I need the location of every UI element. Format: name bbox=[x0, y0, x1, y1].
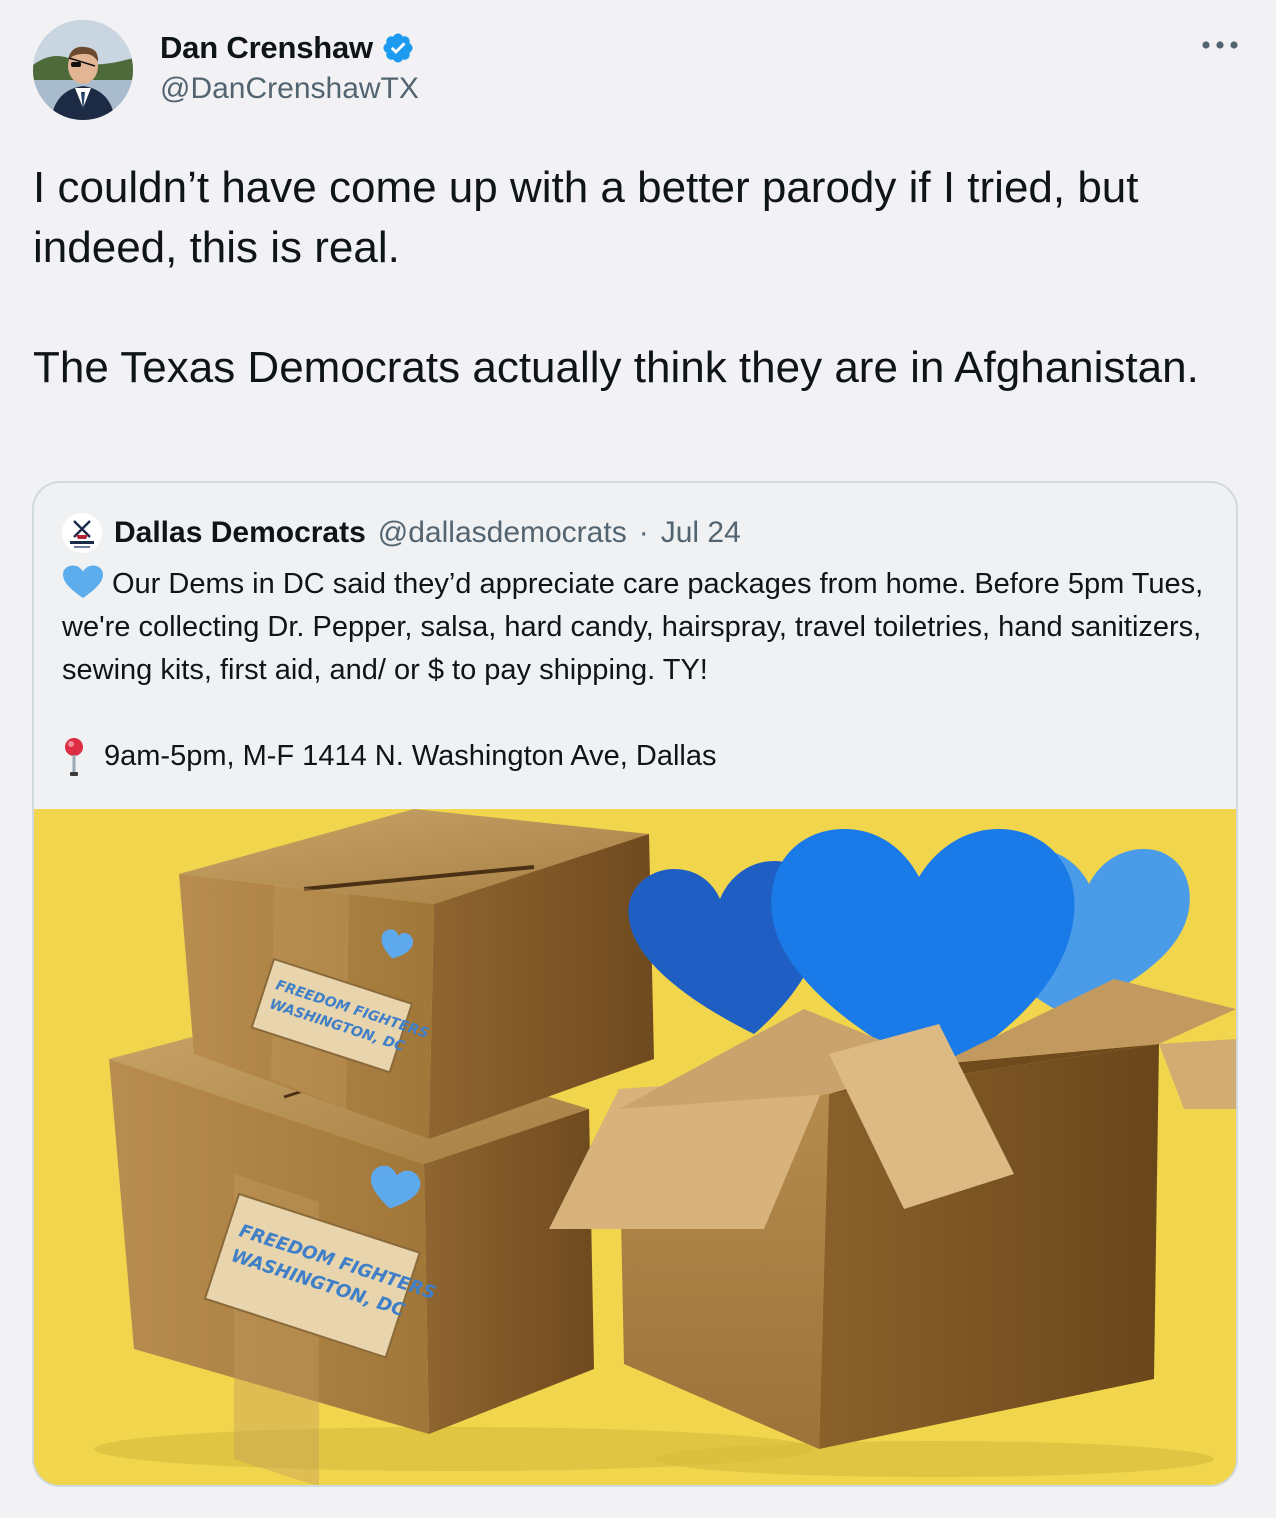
separator-dot: · bbox=[638, 516, 649, 549]
quoted-author-handle[interactable]: @dallasdemocrats bbox=[378, 516, 627, 550]
author-name[interactable]: Dan Crenshaw bbox=[160, 30, 373, 66]
quoted-tweet-date[interactable]: Jul 24 bbox=[661, 516, 741, 550]
verified-badge-icon bbox=[381, 31, 415, 65]
quoted-tweet-text: Our Dems in DC said they’d appreciate ca… bbox=[62, 563, 1222, 692]
blue-heart-icon bbox=[62, 565, 104, 599]
quoted-tweet-main-text: Our Dems in DC said they’d appreciate ca… bbox=[62, 568, 1204, 686]
author-name-row: Dan Crenshaw bbox=[160, 28, 415, 68]
quoted-tweet-body: Our Dems in DC said they’d appreciate ca… bbox=[62, 563, 1222, 778]
location-text: 9am-5pm, M-F 1414 N. Washington Ave, Dal… bbox=[104, 740, 717, 772]
quoted-tweet-header: Dallas Democrats @dallasdemocrats · Jul … bbox=[62, 513, 741, 553]
quoted-author-name[interactable]: Dallas Democrats bbox=[114, 516, 366, 550]
quoted-tweet-location: 9am-5pm, M-F 1414 N. Washington Ave, Dal… bbox=[62, 735, 1222, 778]
care-package-image[interactable]: FREEDOM FIGHTERS WASHINGTON, DC FREEDOM … bbox=[34, 809, 1236, 1485]
tweet-paragraph: The Texas Democrats actually think they … bbox=[33, 343, 1199, 392]
more-options-icon[interactable] bbox=[1200, 30, 1240, 60]
tweet-paragraph: I couldn’t have come up with a better pa… bbox=[33, 163, 1139, 272]
tweet: Dan Crenshaw @DanCrenshawTX I couldn’t h… bbox=[0, 0, 1276, 1518]
author-handle[interactable]: @DanCrenshawTX bbox=[160, 72, 419, 106]
quoted-tweet-card[interactable]: Dallas Democrats @dallasdemocrats · Jul … bbox=[32, 481, 1238, 1487]
round-pushpin-icon bbox=[62, 737, 86, 777]
dallas-democrats-logo-icon[interactable] bbox=[62, 513, 102, 553]
tweet-text: I couldn’t have come up with a better pa… bbox=[33, 158, 1243, 398]
author-avatar[interactable] bbox=[33, 20, 133, 120]
